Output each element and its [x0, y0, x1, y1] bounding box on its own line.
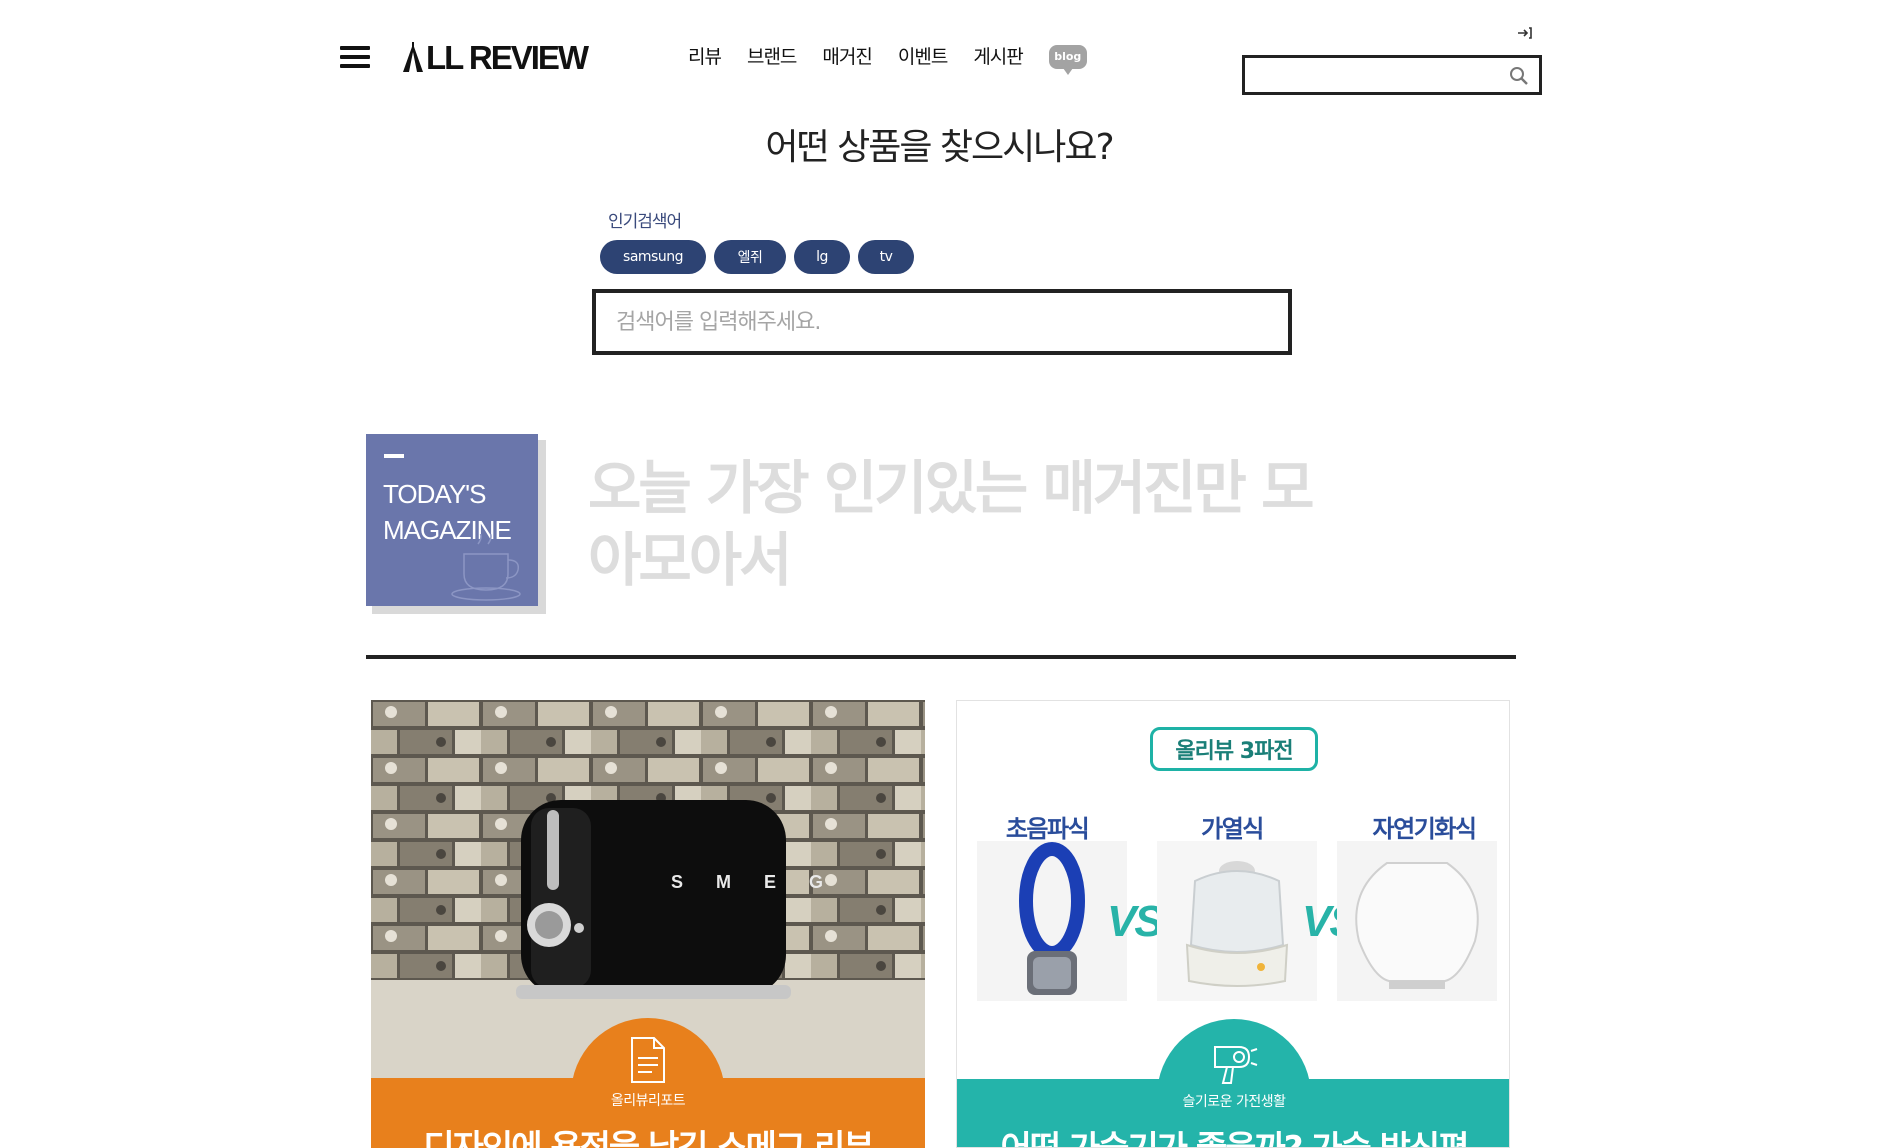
nav-magazine[interactable]: 매거진 — [822, 42, 872, 69]
popular-tag[interactable]: lg — [794, 240, 850, 274]
section-divider — [366, 655, 1516, 659]
logo-mark-icon — [403, 42, 423, 72]
main-search-box — [592, 289, 1292, 355]
nav-event[interactable]: 이벤트 — [898, 42, 948, 69]
search-hero-title: 어떤 상품을 찾으시나요? — [765, 127, 1114, 168]
badge-dash — [384, 454, 404, 458]
toaster-image: S M E G — [516, 800, 837, 999]
nav-review[interactable]: 리뷰 — [688, 42, 722, 69]
toaster-brand-text: S M E G — [671, 872, 837, 892]
logo-text: LL REVIEW — [426, 39, 589, 76]
popular-tags: samsung 엘쥐 lg tv — [600, 240, 922, 274]
hair-dryer-icon — [1214, 1046, 1258, 1084]
document-icon — [631, 1037, 665, 1083]
popular-tag[interactable]: 엘쥐 — [714, 240, 786, 274]
header-search-input[interactable] — [1245, 58, 1495, 92]
vs-text: VS — [1107, 897, 1164, 946]
coffee-cup-icon — [451, 534, 521, 601]
blog-icon[interactable]: blog — [1048, 44, 1087, 75]
hamburger-menu-icon[interactable] — [340, 46, 370, 68]
search-icon[interactable] — [1509, 66, 1529, 86]
card-category: 슬기로운 가전생활 — [1182, 1094, 1287, 1110]
popular-search-label: 인기검색어 — [608, 212, 682, 232]
magazine-card-humidifier[interactable]: 올리뷰 3파전 초음파식 가열식 자연기화식 VS VS 슬기로운 가전생활 어… — [956, 700, 1510, 1148]
login-icon[interactable] — [1517, 26, 1533, 40]
heating-humidifier-image — [1157, 841, 1317, 1001]
popular-tag[interactable]: samsung — [600, 240, 706, 274]
todays-magazine-badge: TODAY'S MAGAZINE — [366, 434, 538, 606]
card-title: 어떤 가습기가 좋을까? 가습 방식편 — [957, 1121, 1509, 1147]
popular-tag[interactable]: tv — [858, 240, 914, 274]
natural-humidifier-image — [1337, 841, 1497, 1001]
main-search-input[interactable] — [596, 293, 1288, 351]
magazine-headline: 오늘 가장 인기있는 매거진만 모아모아서 — [588, 454, 1314, 594]
versus-badge: 올리뷰 3파전 — [1150, 727, 1318, 771]
card-category: 올리뷰리포트 — [610, 1093, 686, 1109]
type-heating-label: 가열식 — [1201, 815, 1264, 843]
main-nav: 리뷰 브랜드 매거진 이벤트 게시판 blog — [688, 42, 1087, 75]
type-natural-label: 자연기화식 — [1372, 815, 1477, 843]
card-title: 디자인에 욕정을 남긴 스메그 리뷰 — [423, 1128, 874, 1148]
magazine-card-smeg[interactable]: S M E G 올리뷰리포트 디자인에 욕정을 남긴 스메그 리뷰 — [371, 700, 925, 1148]
nav-brand[interactable]: 브랜드 — [747, 42, 797, 69]
ultrasonic-humidifier-image — [977, 841, 1127, 1001]
header-search-box — [1242, 55, 1542, 95]
logo[interactable]: LL REVIEW — [402, 38, 589, 76]
type-ultrasonic-label: 초음파식 — [1005, 815, 1090, 843]
nav-board[interactable]: 게시판 — [973, 42, 1023, 69]
